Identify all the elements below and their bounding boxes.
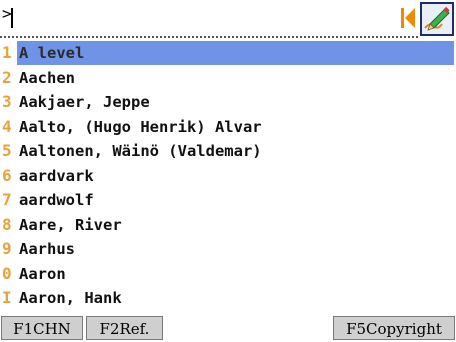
list-item-word: aardwolf — [19, 191, 94, 209]
f1-chn-button[interactable]: F1CHN — [1, 316, 83, 340]
list-item[interactable]: 8 Aare, River — [0, 213, 456, 238]
function-key-bar: F1CHN F2Ref. F5Copyright — [0, 314, 456, 342]
handwriting-button[interactable] — [420, 2, 454, 36]
list-item-number: 0 — [2, 263, 12, 283]
list-item[interactable]: 6 aardvark — [0, 164, 456, 189]
handwriting-pen-icon — [424, 6, 450, 31]
list-item-number: 3 — [2, 92, 12, 111]
list-item-word: Aare, River — [19, 215, 122, 234]
list-item-word: Aaron — [19, 264, 66, 283]
list-item-word: Aarhus — [19, 240, 75, 258]
skip-to-first-button[interactable] — [400, 6, 416, 30]
list-item[interactable]: I Aaron, Hank — [0, 286, 456, 311]
list-item-number: 8 — [2, 214, 12, 234]
list-item-word: aardvark — [19, 166, 94, 185]
f2-ref-button[interactable]: F2Ref. — [86, 316, 163, 340]
list-item[interactable]: 7 aardwolf — [0, 188, 456, 213]
list-item[interactable]: 5 Aaltonen, Wäinö (Valdemar) — [0, 139, 456, 164]
list-item[interactable]: 4 Aalto, (Hugo Henrik) Alvar — [0, 115, 456, 140]
search-input[interactable] — [11, 8, 13, 28]
f5-copyright-button[interactable]: F5Copyright — [333, 316, 455, 340]
list-item-number: 2 — [2, 67, 12, 87]
word-list: 1 A level 2 Aachen 3 Aakjaer, Jeppe 4 Aa… — [0, 41, 456, 311]
list-item-number: 5 — [2, 141, 12, 160]
list-item-word: Aachen — [19, 68, 75, 87]
list-item[interactable]: 1 A level — [0, 41, 456, 66]
list-item-number: I — [2, 288, 12, 307]
list-item-number: 6 — [2, 165, 12, 185]
list-item-number: 1 — [2, 43, 12, 62]
list-item-number: 9 — [2, 239, 12, 258]
list-item-number: 7 — [2, 190, 12, 209]
search-bar: > — [0, 0, 456, 38]
dictionary-screen: > 1 A level 2 Aachen 3 Aakjaer, Jeppe 4 … — [0, 0, 456, 342]
list-item-word: Aaron, Hank — [19, 289, 122, 307]
list-item[interactable]: 3 Aakjaer, Jeppe — [0, 90, 456, 115]
list-item[interactable]: 2 Aachen — [0, 66, 456, 91]
list-item[interactable]: 9 Aarhus — [0, 237, 456, 262]
skip-to-first-icon — [401, 8, 415, 28]
list-item[interactable]: 0 Aaron — [0, 262, 456, 287]
list-item-number: 4 — [2, 116, 12, 136]
list-item-word: Aakjaer, Jeppe — [19, 93, 150, 111]
list-item-word: Aalto, (Hugo Henrik) Alvar — [19, 117, 262, 136]
list-item-word: A level — [17, 41, 454, 65]
list-item-word: Aaltonen, Wäinö (Valdemar) — [19, 142, 262, 160]
input-underline — [0, 36, 418, 38]
